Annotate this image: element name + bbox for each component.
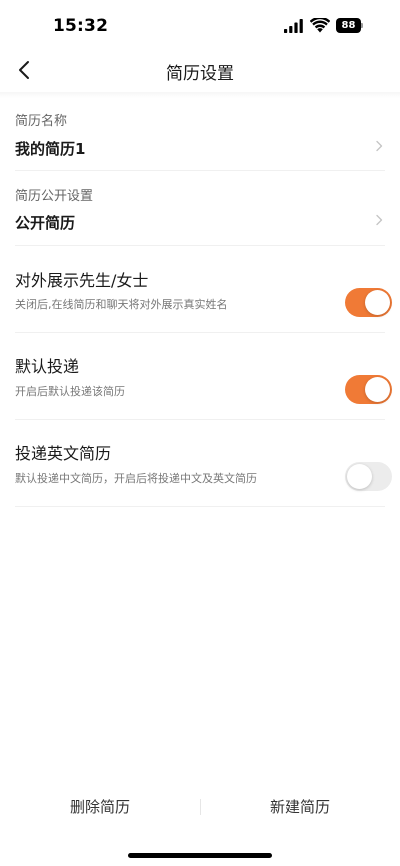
default-delivery-toggle[interactable] [345, 375, 392, 404]
toggle-title: 对外展示先生/女士 [15, 271, 149, 290]
toggle-row-default-delivery: 默认投递 开启后默认投递该简历 [15, 333, 392, 420]
toggle-title: 默认投递 [15, 357, 80, 376]
toggle-description: 默认投递中文简历，开启后将投递中文及英文简历 [15, 472, 257, 485]
resume-visibility-row[interactable]: 简历公开设置 公开简历 [15, 171, 385, 246]
toggle-description: 开启后默认投递该简历 [15, 385, 125, 398]
resume-name-value: 我的简历1 [15, 140, 86, 158]
bottom-bar: 删除简历 新建简历 [0, 784, 400, 830]
toggle-row-english-resume: 投递英文简历 默认投递中文简历，开启后将投递中文及英文简历 [15, 420, 392, 507]
battery-icon: 88 [336, 18, 363, 33]
new-resume-button[interactable]: 新建简历 [200, 784, 400, 830]
toggle-description: 关闭后,在线简历和聊天将对外展示真实姓名 [15, 298, 228, 311]
status-bar: 15:32 88 [0, 0, 400, 50]
resume-name-caption: 简历名称 [15, 114, 68, 129]
battery-cap [361, 23, 363, 28]
nav-bar: 简历设置 [0, 50, 400, 92]
toggle-knob [365, 290, 390, 315]
delete-resume-button[interactable]: 删除简历 [0, 784, 200, 830]
battery-level: 88 [336, 18, 361, 33]
toggle-row-show-title: 对外展示先生/女士 关闭后,在线简历和聊天将对外展示真实姓名 [15, 246, 392, 333]
signal-icon [284, 19, 303, 33]
resume-visibility-caption: 简历公开设置 [15, 189, 94, 204]
show-title-toggle[interactable] [345, 288, 392, 317]
wifi-icon [310, 18, 330, 33]
home-indicator [128, 853, 272, 858]
english-resume-toggle[interactable] [345, 462, 392, 491]
status-time: 15:32 [53, 16, 109, 36]
page-title: 简历设置 [166, 64, 234, 84]
toggle-knob [347, 464, 372, 489]
resume-visibility-value: 公开简历 [15, 214, 76, 232]
chevron-right-icon [376, 140, 383, 152]
toggle-title: 投递英文简历 [15, 444, 112, 463]
resume-name-row[interactable]: 简历名称 我的简历1 [15, 98, 385, 171]
toggle-knob [365, 377, 390, 402]
chevron-right-icon [376, 214, 383, 226]
